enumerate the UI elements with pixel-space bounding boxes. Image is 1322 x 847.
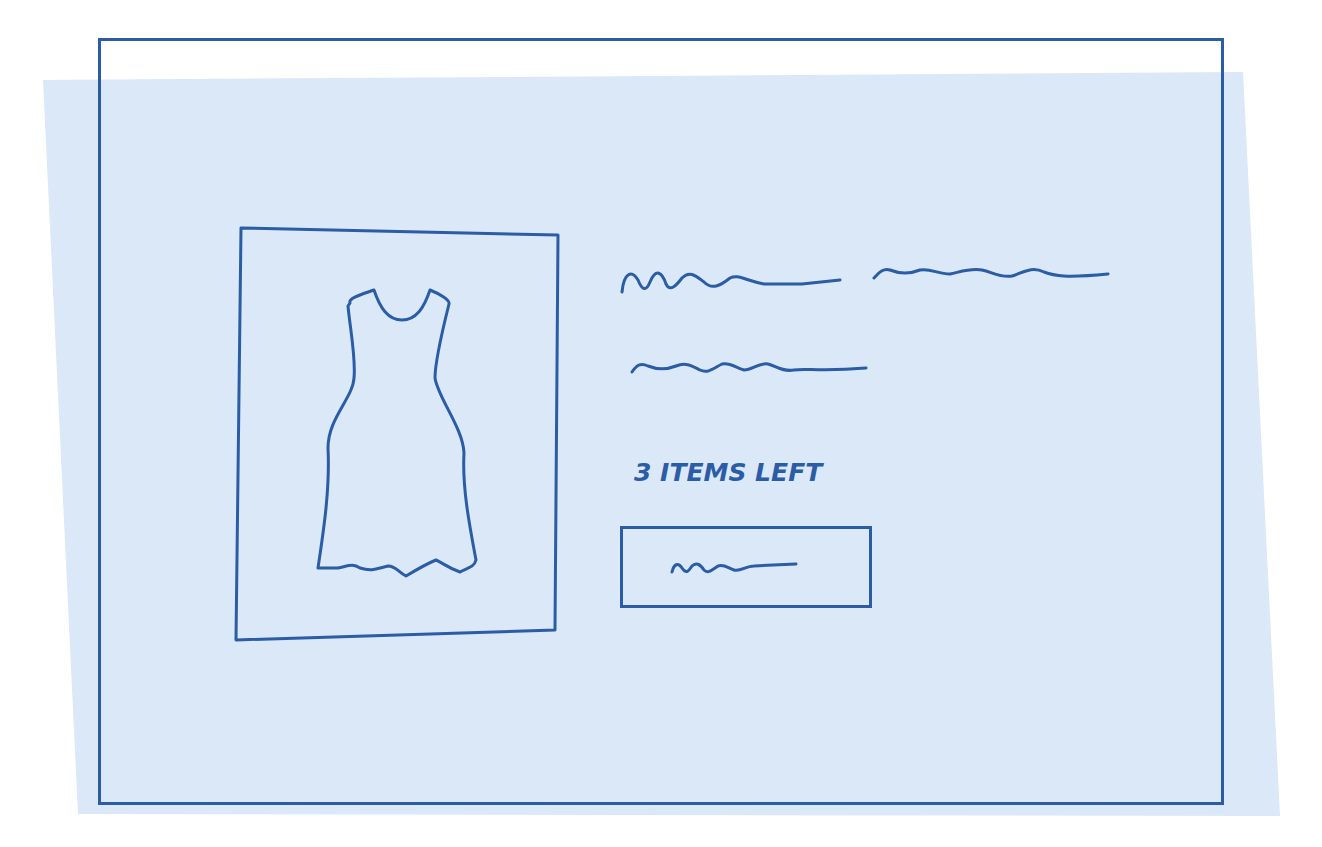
subtitle-placeholder-icon: [620, 356, 870, 380]
stock-label: 3 ITEMS LEFT: [634, 458, 822, 488]
product-image: [238, 228, 560, 642]
product-card: 3 ITEMS LEFT: [238, 228, 1221, 642]
dress-icon: [238, 228, 558, 638]
browser-frame: 3 ITEMS LEFT: [98, 38, 1224, 805]
backdrop: [0, 0, 1322, 847]
button-label-placeholder-icon: [670, 558, 802, 576]
wireframe-page: 3 ITEMS LEFT: [0, 0, 1322, 847]
buy-button[interactable]: [620, 526, 872, 608]
title-placeholder-icon: [620, 262, 1112, 296]
product-details: 3 ITEMS LEFT: [620, 228, 1112, 608]
